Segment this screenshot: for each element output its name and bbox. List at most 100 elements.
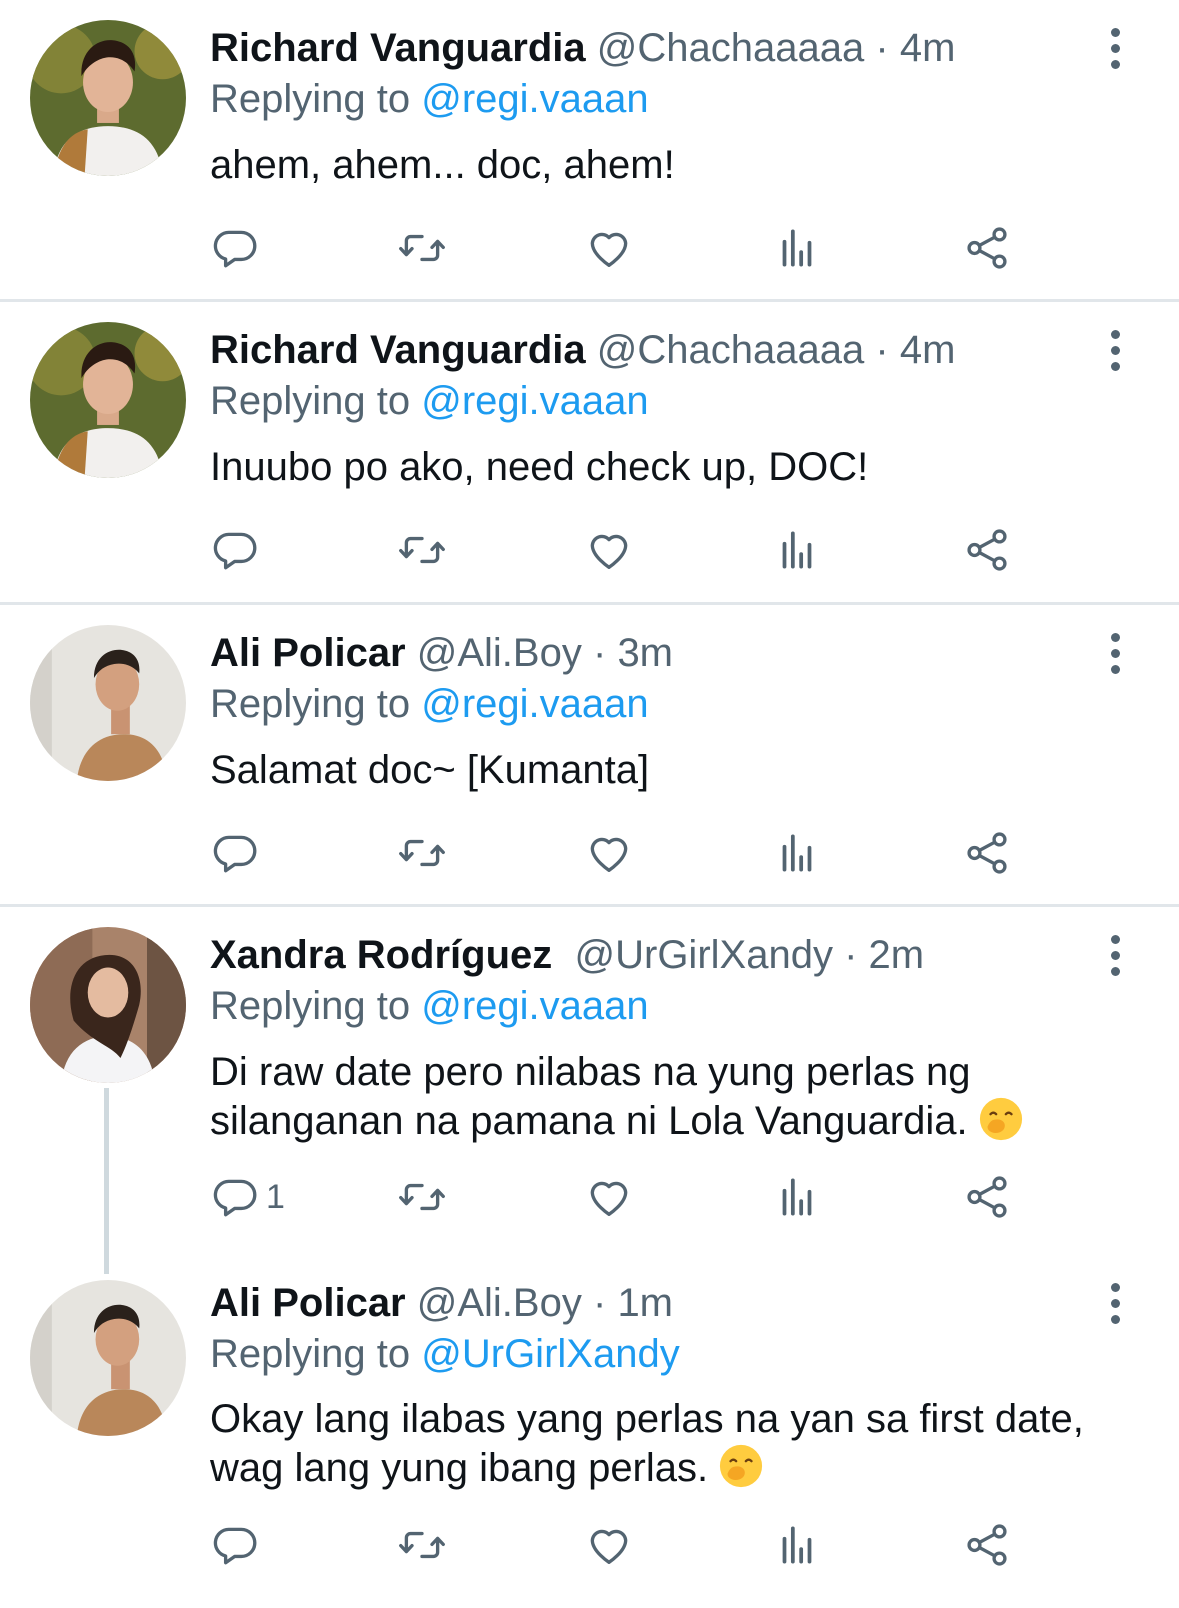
like-icon [584,223,634,273]
avatar-image [30,20,186,176]
separator-dot: · [875,26,889,70]
action-bar [210,1517,1070,1573]
replying-label: Replying to [210,1332,411,1376]
tweet[interactable]: Richard Vanguardia @Chachaaaaa · 4m Repl… [0,0,1179,302]
tweet[interactable]: Xandra Rodríguez @UrGirlXandy · 2m Reply… [0,907,1179,1262]
tweet-text: Inuubo po ako, need check up, DOC! [210,445,869,489]
more-options-icon[interactable] [1100,324,1130,376]
author-handle[interactable]: @UrGirlXandy [575,933,833,977]
views-button[interactable] [772,220,822,276]
mention-link[interactable]: @regi.vaaan [421,379,648,423]
reply-icon [210,1520,260,1570]
like-icon [584,828,634,878]
like-button[interactable] [584,220,634,276]
reply-button[interactable] [210,825,266,881]
avatar[interactable] [30,322,186,478]
like-button[interactable] [584,1169,634,1225]
action-bar [210,825,1070,881]
tweet-text: Di raw date pero nilabas na yung perlas … [210,1049,1140,1145]
author-handle[interactable]: @Chachaaaaa [597,26,864,70]
share-button[interactable] [962,1169,1012,1225]
author-name[interactable]: Ali Policar [210,1281,406,1325]
retweet-button[interactable] [397,825,447,881]
like-icon [584,1172,634,1222]
replying-to: Replying to @regi.vaaan [210,375,649,427]
tweet[interactable]: Ali Policar @Ali.Boy · 3m Replying to @r… [0,605,1179,907]
tweet-time[interactable]: 4m [900,26,956,70]
author-handle[interactable]: @Ali.Boy [417,1281,582,1325]
author-handle[interactable]: @Chachaaaaa [597,328,864,372]
author-handle[interactable]: @Ali.Boy [417,631,582,675]
views-button[interactable] [772,825,822,881]
replying-label: Replying to [210,682,411,726]
share-button[interactable] [962,220,1012,276]
mention-link[interactable]: @regi.vaaan [421,77,648,121]
reply-icon [210,1172,260,1222]
tweet-header: Ali Policar @Ali.Boy · 1m [210,1277,673,1329]
tweet-header: Xandra Rodríguez @UrGirlXandy · 2m [210,929,924,981]
mention-link[interactable]: @UrGirlXandy [421,1332,679,1376]
tweet-header: Ali Policar @Ali.Boy · 3m [210,627,673,679]
author-name[interactable]: Richard Vanguardia [210,26,586,70]
replying-to: Replying to @regi.vaaan [210,678,649,730]
retweet-button[interactable] [397,1517,447,1573]
tweet-text-line: wag lang yung ibang perlas. [210,1443,1140,1492]
share-icon [962,223,1012,273]
tweet-time[interactable]: 4m [900,328,956,372]
avatar[interactable] [30,1280,186,1436]
retweet-button[interactable] [397,1169,447,1225]
views-button[interactable] [772,1517,822,1573]
tweet-text: Okay lang ilabas yang perlas na yan sa f… [210,1396,1140,1492]
tweet[interactable]: Ali Policar @Ali.Boy · 1m Replying to @U… [0,1262,1179,1608]
more-options-icon[interactable] [1100,1277,1130,1329]
replying-label: Replying to [210,77,411,121]
tweet-text-line: Di raw date pero nilabas na yung perlas … [210,1050,971,1094]
share-button[interactable] [962,825,1012,881]
author-name[interactable]: Ali Policar [210,631,406,675]
replying-to: Replying to @UrGirlXandy [210,1328,680,1380]
separator-dot: · [844,933,858,977]
tweet-time[interactable]: 1m [617,1281,673,1325]
views-button[interactable] [772,1169,822,1225]
reply-icon [210,223,260,273]
avatar[interactable] [30,625,186,781]
mention-link[interactable]: @regi.vaaan [421,682,648,726]
face-with-hand-over-mouth-emoji [978,1096,1024,1142]
like-button[interactable] [584,825,634,881]
views-button[interactable] [772,522,822,578]
mention-link[interactable]: @regi.vaaan [421,984,648,1028]
retweet-button[interactable] [397,522,447,578]
more-options-icon[interactable] [1100,627,1130,679]
retweet-button[interactable] [397,220,447,276]
share-icon [962,1520,1012,1570]
share-icon [962,1172,1012,1222]
views-icon [772,525,822,575]
reply-button[interactable] [210,522,266,578]
avatar[interactable] [30,20,186,176]
more-options-icon[interactable] [1100,929,1130,981]
tweet[interactable]: Richard Vanguardia @Chachaaaaa · 4m Repl… [0,302,1179,605]
replying-to: Replying to @regi.vaaan [210,980,649,1032]
reply-button[interactable]: 1 [210,1169,285,1225]
avatar[interactable] [30,927,186,1083]
tweet-text-line-content: wag lang yung ibang perlas. [210,1446,709,1490]
author-name[interactable]: Xandra Rodríguez [210,933,552,977]
tweet-time[interactable]: 3m [617,631,673,675]
like-button[interactable] [584,522,634,578]
author-name[interactable]: Richard Vanguardia [210,328,586,372]
more-options-icon[interactable] [1100,22,1130,74]
share-button[interactable] [962,1517,1012,1573]
reply-button[interactable] [210,1517,266,1573]
tweet-text-line: silanganan na pamana ni Lola Vanguardia. [210,1096,1140,1145]
action-bar [210,220,1070,276]
like-button[interactable] [584,1517,634,1573]
share-button[interactable] [962,522,1012,578]
retweet-icon [397,1172,447,1222]
views-icon [772,1520,822,1570]
reply-button[interactable] [210,220,266,276]
action-bar: 1 [210,1169,1070,1225]
tweet-time[interactable]: 2m [869,933,925,977]
like-icon [584,1520,634,1570]
action-bar [210,522,1070,578]
avatar-image [30,927,186,1083]
